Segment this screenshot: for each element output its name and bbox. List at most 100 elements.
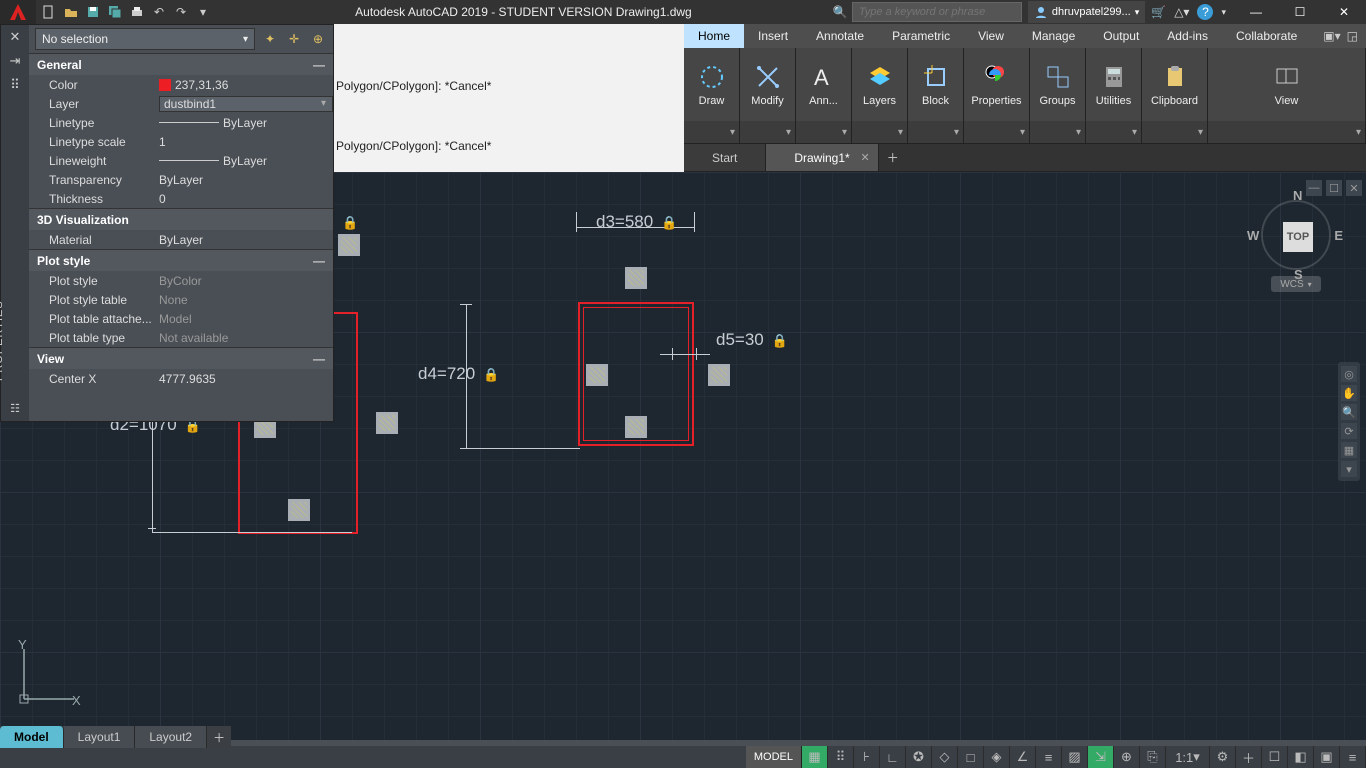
panel-dropdown-icon[interactable]: ▾ — [842, 127, 847, 138]
prop-ltscale[interactable]: Linetype scale1 — [29, 132, 333, 151]
maximize-button[interactable]: ☐ — [1278, 0, 1322, 24]
nav-showmotion-icon[interactable]: ▦ — [1341, 442, 1357, 458]
panel-dropdown-icon[interactable]: ▾ — [1198, 127, 1203, 138]
view-panel-button[interactable]: View — [1261, 63, 1313, 107]
palette-close-icon[interactable]: ✕ — [10, 29, 21, 45]
layout-tab-model[interactable]: Model — [0, 726, 64, 748]
autodesk-app-icon[interactable]: △▾ — [1174, 5, 1189, 19]
layers-panel-button[interactable]: Layers — [854, 63, 906, 107]
collapse-icon[interactable]: — — [313, 352, 325, 366]
tab-insert[interactable]: Insert — [744, 24, 802, 48]
selection-dropdown[interactable]: No selection▾ — [35, 28, 255, 50]
viewcube-face-top[interactable]: TOP — [1283, 222, 1313, 252]
plot-icon[interactable] — [126, 1, 148, 23]
properties-panel-button[interactable]: Properties — [966, 63, 1028, 107]
viewcube-east[interactable]: E — [1334, 228, 1343, 243]
quickselect-icon[interactable]: ✦ — [261, 30, 279, 48]
panel-dropdown-icon[interactable]: ▾ — [786, 127, 791, 138]
hardware-accel[interactable]: ☐ — [1262, 746, 1288, 768]
viewcube[interactable]: TOP N S E W WCS▾ — [1236, 200, 1356, 292]
qat-dropdown-icon[interactable]: ▾ — [192, 1, 214, 23]
utilities-panel-button[interactable]: Utilities — [1088, 63, 1140, 107]
workspace-switch[interactable]: ⚙ — [1210, 746, 1236, 768]
nav-orbit-icon[interactable]: ⟳ — [1341, 423, 1357, 439]
tab-collaborate[interactable]: Collaborate — [1222, 24, 1311, 48]
cart-icon[interactable]: 🛒 — [1151, 5, 1166, 19]
help-dropdown-icon[interactable]: ▾ — [1221, 7, 1226, 18]
collapse-icon[interactable]: — — [313, 254, 325, 268]
pickadd-icon[interactable]: ⊕ — [309, 30, 327, 48]
block-panel-button[interactable]: Block — [910, 63, 962, 107]
clipboard-panel-button[interactable]: Clipboard — [1144, 63, 1206, 107]
annotation-scale[interactable]: 1:1▾ — [1166, 746, 1210, 768]
nav-pan-icon[interactable]: ✋ — [1341, 385, 1357, 401]
redo-icon[interactable]: ↷ — [170, 1, 192, 23]
grid-toggle[interactable]: ▦ — [802, 746, 828, 768]
search-input[interactable] — [852, 2, 1022, 22]
app-menu-button[interactable] — [0, 0, 36, 24]
section-view[interactable]: View— — [29, 347, 333, 369]
close-tab-icon[interactable]: ✕ — [860, 151, 869, 164]
prop-transparency[interactable]: TransparencyByLayer — [29, 170, 333, 189]
osnap-toggle[interactable]: □ — [958, 746, 984, 768]
help-icon[interactable]: ? — [1197, 4, 1213, 20]
infocenter-icon[interactable]: 🔍 — [833, 5, 848, 19]
annotation-monitor[interactable]: ＋ — [1236, 746, 1262, 768]
prop-material[interactable]: MaterialByLayer — [29, 230, 333, 249]
tab-output[interactable]: Output — [1089, 24, 1153, 48]
panel-dropdown-icon[interactable]: ▾ — [1076, 127, 1081, 138]
vp-minimize-icon[interactable]: — — [1306, 180, 1322, 196]
saveall-icon[interactable] — [104, 1, 126, 23]
panel-dropdown-icon[interactable]: ▾ — [1356, 127, 1361, 138]
new-icon[interactable] — [38, 1, 60, 23]
lineweight-toggle[interactable]: ≡ — [1036, 746, 1062, 768]
clean-screen[interactable]: ▣ — [1314, 746, 1340, 768]
section-plotstyle[interactable]: Plot style— — [29, 249, 333, 271]
draw-panel-button[interactable]: Draw — [686, 63, 738, 107]
prop-thickness[interactable]: Thickness0 — [29, 189, 333, 208]
file-tab-start[interactable]: Start — [684, 144, 766, 171]
otrack-toggle[interactable]: ∠ — [1010, 746, 1036, 768]
collapse-icon[interactable]: — — [313, 58, 325, 72]
isodraft-toggle[interactable]: ◇ — [932, 746, 958, 768]
tab-annotate[interactable]: Annotate — [802, 24, 878, 48]
tab-parametric[interactable]: Parametric — [878, 24, 964, 48]
section-general[interactable]: General— — [29, 53, 333, 75]
3dosnap-toggle[interactable]: ◈ — [984, 746, 1010, 768]
palette-pin-icon[interactable]: ⇥ — [10, 53, 21, 69]
tab-addins[interactable]: Add-ins — [1153, 24, 1222, 48]
ucs-icon[interactable]: X Y — [14, 639, 84, 712]
file-tab-drawing1[interactable]: Drawing1*✕ — [766, 144, 878, 171]
prop-lineweight[interactable]: LineweightByLayer — [29, 151, 333, 170]
viewcube-west[interactable]: W — [1247, 228, 1259, 243]
viewcube-north[interactable]: N — [1293, 188, 1302, 203]
save-icon[interactable] — [82, 1, 104, 23]
viewcube-south[interactable]: S — [1294, 267, 1303, 282]
groups-panel-button[interactable]: Groups — [1032, 63, 1084, 107]
palette-strip[interactable]: ✕ ⇥ ⠿ PROPERTIES ☷ — [1, 25, 29, 421]
palette-menu-icon[interactable]: ⠿ — [10, 77, 20, 93]
panel-dropdown-icon[interactable]: ▾ — [1020, 127, 1025, 138]
selection-cycling[interactable]: ⇲ — [1088, 746, 1114, 768]
ribbon-collapse-icon[interactable]: ◲ — [1347, 29, 1358, 43]
quick-properties[interactable]: ⎘ — [1140, 746, 1166, 768]
nav-wheel-icon[interactable]: ◎ — [1341, 366, 1357, 382]
undo-icon[interactable]: ↶ — [148, 1, 170, 23]
polar-toggle[interactable]: ✪ — [906, 746, 932, 768]
vp-close-icon[interactable]: ✕ — [1346, 180, 1362, 196]
add-layout-button[interactable]: ＋ — [207, 726, 231, 748]
tab-manage[interactable]: Manage — [1018, 24, 1089, 48]
panel-dropdown-icon[interactable]: ▾ — [954, 127, 959, 138]
select-objects-icon[interactable]: ✛ — [285, 30, 303, 48]
panel-dropdown-icon[interactable]: ▾ — [730, 127, 735, 138]
minimize-button[interactable]: — — [1234, 0, 1278, 24]
layout-tab-layout1[interactable]: Layout1 — [64, 726, 136, 748]
snap-toggle[interactable]: ⠿ — [828, 746, 854, 768]
dynamic-input[interactable]: ⊕ — [1114, 746, 1140, 768]
customization[interactable]: ≡ — [1340, 746, 1366, 768]
vp-maximize-icon[interactable]: ☐ — [1326, 180, 1342, 196]
nav-zoom-icon[interactable]: 🔍 — [1341, 404, 1357, 420]
tab-view[interactable]: View — [964, 24, 1018, 48]
user-menu[interactable]: dhruvpatel299... ▾ — [1028, 1, 1145, 23]
transparency-toggle[interactable]: ▨ — [1062, 746, 1088, 768]
